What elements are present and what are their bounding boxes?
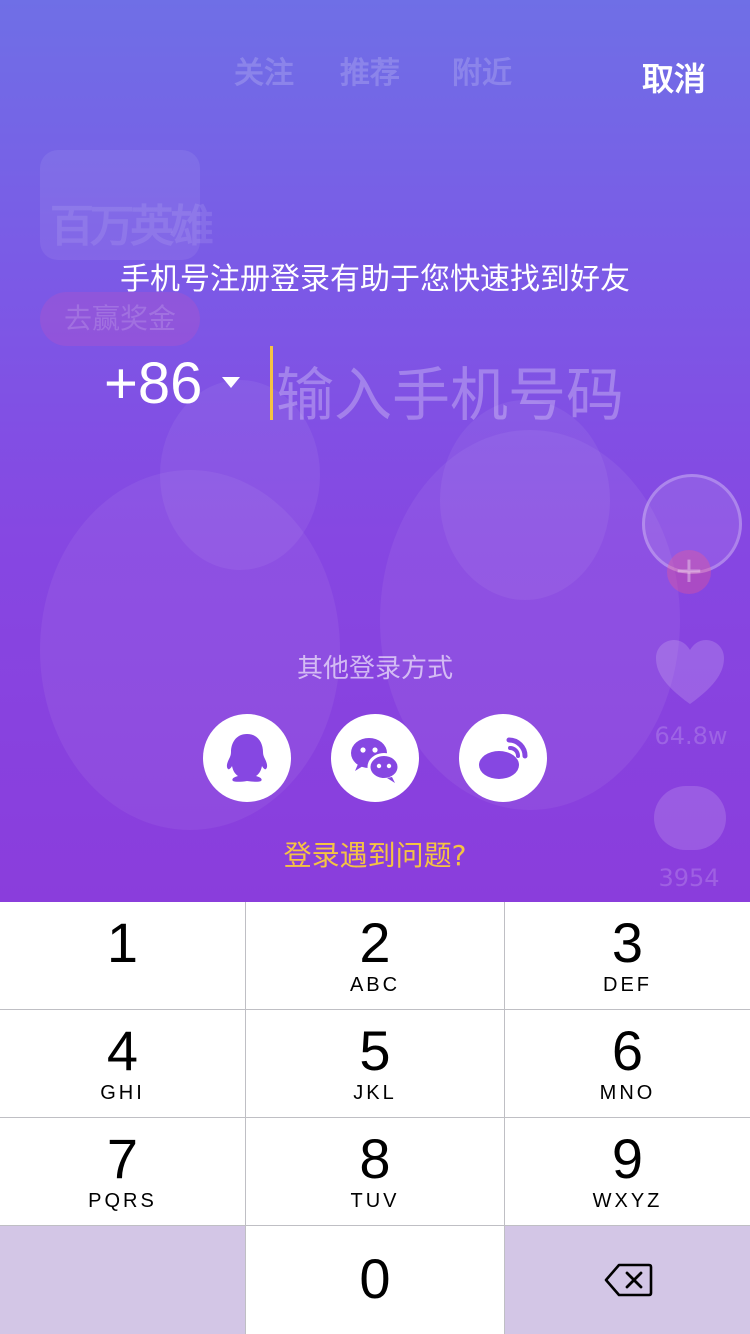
chevron-down-icon[interactable]	[222, 377, 240, 388]
tab-nearby: 附近	[452, 56, 512, 91]
login-headline: 手机号注册登录有助于您快速找到好友	[120, 262, 630, 297]
qq-login-button[interactable]	[203, 714, 291, 802]
phone-number-input[interactable]: 输入手机号码	[276, 348, 696, 432]
weibo-icon	[479, 737, 528, 779]
keypad-key-9[interactable]: 9 WXYZ	[505, 1118, 750, 1225]
keypad-empty-key	[0, 1226, 245, 1334]
text-cursor	[270, 346, 273, 420]
keypad-key-4[interactable]: 4 GHI	[0, 1010, 245, 1117]
background-follow-plus-icon: +	[667, 550, 711, 594]
numeric-keypad: 1 2 ABC 3 DEF 4 GHI 5 JKL 6 MNO 7 PQRS 8…	[0, 902, 750, 1334]
tab-following: 关注	[234, 56, 294, 91]
weibo-login-button[interactable]	[459, 714, 547, 802]
wechat-icon	[351, 738, 401, 783]
keypad-key-6[interactable]: 6 MNO	[505, 1010, 750, 1117]
tab-recommended: 推荐	[340, 56, 400, 91]
keypad-key-5[interactable]: 5 JKL	[246, 1010, 504, 1117]
cancel-button[interactable]: 取消	[642, 54, 706, 100]
background-like-count: 64.8w	[654, 722, 728, 750]
keypad-key-8[interactable]: 8 TUV	[246, 1118, 504, 1225]
country-code-selector[interactable]: +86	[104, 350, 202, 417]
keypad-key-3[interactable]: 3 DEF	[505, 902, 750, 1009]
keypad-key-2[interactable]: 2 ABC	[246, 902, 504, 1009]
top-tabs: 关注 推荐 附近	[0, 48, 750, 92]
keypad-key-0[interactable]: 0	[246, 1226, 504, 1334]
backspace-key[interactable]	[505, 1226, 750, 1334]
background-promo-pill: 去赢奖金	[40, 292, 200, 346]
keypad-key-1[interactable]: 1	[0, 902, 245, 1009]
wechat-login-button[interactable]	[331, 714, 419, 802]
qq-icon	[226, 734, 268, 782]
other-login-label: 其他登录方式	[296, 654, 453, 684]
backspace-icon	[604, 1263, 653, 1297]
keypad-key-7[interactable]: 7 PQRS	[0, 1118, 245, 1225]
background-logo-text: 百万英雄	[50, 201, 214, 252]
login-problem-link[interactable]: 登录遇到问题?	[0, 834, 750, 874]
